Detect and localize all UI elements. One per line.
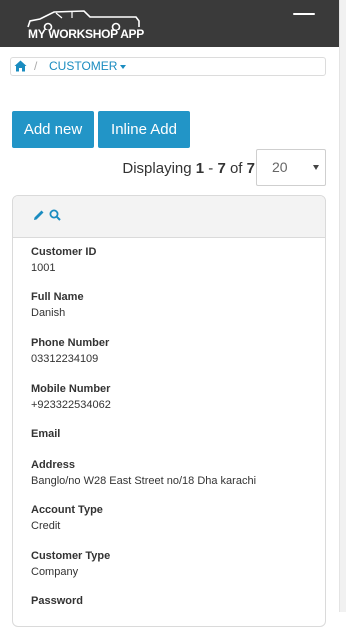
- page-size-select[interactable]: 20: [256, 149, 326, 186]
- caret-down-icon: [120, 64, 127, 69]
- field-value: 03312234109: [31, 353, 99, 365]
- field-customer-type: Customer Type Company: [31, 549, 321, 579]
- field-customer-id: Customer ID 1001: [31, 245, 321, 275]
- breadcrumb-current: CUSTOMER: [49, 59, 118, 73]
- field-password: Password: [31, 594, 321, 610]
- pagination-to: 7: [217, 160, 226, 177]
- field-label: Mobile Number: [31, 383, 111, 395]
- record-card-header: [13, 196, 325, 238]
- pagination-dash: -: [208, 160, 214, 177]
- field-label: Account Type: [31, 504, 103, 516]
- field-label: Full Name: [31, 291, 84, 303]
- field-label: Customer Type: [31, 550, 111, 562]
- field-address: Address Banglo/no W28 East Street no/18 …: [31, 458, 321, 488]
- field-label: Password: [31, 595, 83, 607]
- app-name: MY WORKSHOP APP: [28, 27, 144, 41]
- search-icon[interactable]: [49, 209, 61, 221]
- pagination-from: 1: [195, 160, 205, 177]
- home-icon[interactable]: [14, 60, 27, 72]
- record-card: Customer ID 1001 Full Name Danish Phone …: [12, 195, 326, 627]
- breadcrumb-separator: /: [34, 59, 38, 73]
- field-value: +923322534062: [31, 399, 111, 411]
- breadcrumb: / CUSTOMER: [10, 57, 326, 76]
- app-logo[interactable]: MY WORKSHOP APP: [26, 8, 144, 42]
- page-size-value: 20: [272, 159, 288, 175]
- field-label: Customer ID: [31, 246, 97, 258]
- field-value: Credit: [31, 520, 61, 532]
- field-email: Email: [31, 427, 321, 443]
- chevron-down-icon: [313, 165, 319, 170]
- pagination-of: of: [229, 160, 243, 177]
- inline-add-button[interactable]: Inline Add: [98, 111, 190, 148]
- field-mobile-number: Mobile Number +923322534062: [31, 382, 321, 412]
- pagination-prefix: Displaying: [122, 160, 192, 177]
- field-label: Email: [31, 428, 61, 440]
- hamburger-menu-icon[interactable]: [293, 13, 315, 27]
- field-value: Banglo/no W28 East Street no/18 Dha kara…: [31, 475, 257, 487]
- field-account-type: Account Type Credit: [31, 503, 321, 533]
- field-full-name: Full Name Danish: [31, 290, 321, 320]
- field-label: Address: [31, 459, 76, 471]
- top-navbar: MY WORKSHOP APP: [0, 0, 340, 47]
- pagination-total: 7: [246, 160, 255, 177]
- pagination-info: Displaying 1 - 7 of 7: [115, 158, 255, 180]
- add-new-button[interactable]: Add new: [12, 111, 94, 148]
- field-value: 1001: [31, 262, 56, 274]
- breadcrumb-customer-dropdown[interactable]: CUSTOMER: [49, 58, 127, 75]
- page-scrollbar[interactable]: [339, 0, 346, 612]
- pencil-edit-icon[interactable]: [33, 209, 45, 221]
- field-phone-number: Phone Number 03312234109: [31, 336, 321, 366]
- field-value: Company: [31, 566, 79, 578]
- field-value: Danish: [31, 307, 66, 319]
- field-label: Phone Number: [31, 337, 110, 349]
